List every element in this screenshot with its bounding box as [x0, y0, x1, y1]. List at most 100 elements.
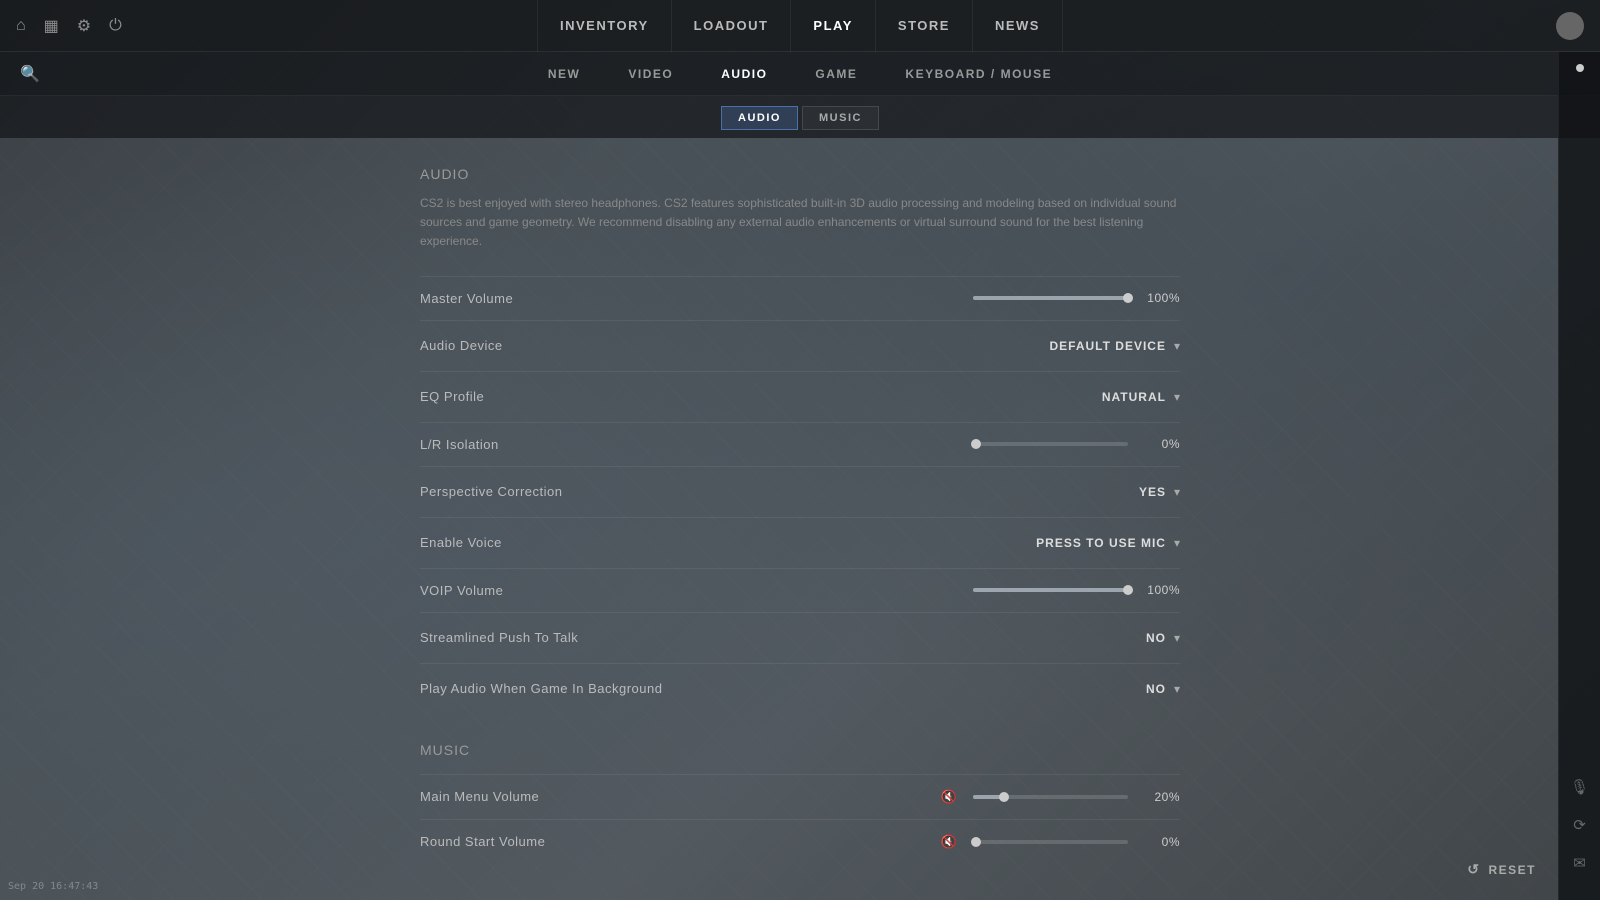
perspective-correction-label: Perspective Correction — [420, 484, 563, 499]
eq-profile-control: NATURAL ▾ — [960, 386, 1180, 408]
audio-device-control: DEFAULT DEVICE ▾ — [960, 335, 1180, 357]
nav-play[interactable]: PLAY — [791, 0, 875, 52]
enable-voice-label: Enable Voice — [420, 535, 502, 550]
main-content: Audio CS2 is best enjoyed with stereo he… — [420, 138, 1180, 900]
inventory-icon[interactable]: ▦ — [44, 16, 59, 36]
round-start-volume-row: Round Start Volume 🔇 0% — [420, 819, 1180, 864]
main-menu-volume-thumb — [999, 792, 1009, 802]
round-start-volume-fill — [973, 840, 976, 844]
microphone-icon[interactable]: 🎙 — [1570, 778, 1589, 796]
top-nav-right — [1556, 12, 1584, 40]
main-menu-volume-control: 🔇 20% — [941, 789, 1180, 805]
tab-audio[interactable]: AUDIO — [721, 106, 798, 130]
refresh-icon[interactable]: ⟳ — [1573, 816, 1586, 834]
tab-music[interactable]: MUSIC — [802, 106, 879, 130]
nav-store[interactable]: STORE — [876, 0, 973, 52]
nav-inventory[interactable]: INVENTORY — [537, 0, 672, 52]
settings-icon[interactable]: ⚙ — [77, 16, 91, 36]
main-menu-volume-fill — [973, 795, 1004, 799]
round-start-volume-thumb — [971, 837, 981, 847]
eq-profile-label: EQ Profile — [420, 389, 484, 404]
round-start-volume-slider[interactable] — [973, 840, 1128, 844]
round-start-volume-label: Round Start Volume — [420, 834, 545, 849]
reset-icon: ↺ — [1467, 861, 1480, 878]
mail-icon[interactable]: ✉ — [1573, 854, 1586, 872]
music-section-divider: Music — [420, 742, 1180, 758]
audio-section-desc: CS2 is best enjoyed with stereo headphon… — [420, 194, 1180, 252]
round-start-volume-control: 🔇 0% — [941, 834, 1180, 850]
voip-volume-value: 100% — [1140, 583, 1180, 597]
voip-volume-row: VOIP Volume 100% — [420, 568, 1180, 612]
info-dot — [1576, 64, 1584, 72]
settings-nav-audio[interactable]: AUDIO — [713, 63, 775, 85]
play-audio-background-value: NO — [1146, 682, 1166, 696]
audio-section-title: Audio — [420, 166, 1180, 182]
audio-device-dropdown[interactable]: DEFAULT DEVICE ▾ — [1050, 335, 1180, 357]
lr-isolation-value: 0% — [1140, 437, 1180, 451]
nav-loadout[interactable]: LOADOUT — [672, 0, 792, 52]
voip-volume-thumb — [1123, 585, 1133, 595]
push-to-talk-value: NO — [1146, 631, 1166, 645]
perspective-correction-value: YES — [1139, 485, 1166, 499]
master-volume-slider[interactable] — [973, 296, 1128, 300]
master-volume-control: 100% — [960, 291, 1180, 305]
chevron-down-icon: ▾ — [1174, 485, 1180, 499]
master-volume-fill — [973, 296, 1128, 300]
sub-tabs: AUDIO MUSIC — [0, 96, 1600, 138]
perspective-correction-dropdown[interactable]: YES ▾ — [1139, 481, 1180, 503]
master-volume-thumb — [1123, 293, 1133, 303]
timestamp: Sep 20 16:47:43 — [8, 881, 98, 892]
main-menu-volume-slider[interactable] — [973, 795, 1128, 799]
play-audio-background-dropdown[interactable]: NO ▾ — [1146, 678, 1180, 700]
voip-volume-control: 100% — [960, 583, 1180, 597]
play-audio-background-label: Play Audio When Game In Background — [420, 681, 662, 696]
eq-profile-dropdown[interactable]: NATURAL ▾ — [1102, 386, 1180, 408]
mute-icon[interactable]: 🔇 — [941, 789, 957, 805]
lr-isolation-slider[interactable] — [973, 442, 1128, 446]
main-menu-volume-row: Main Menu Volume 🔇 20% — [420, 774, 1180, 819]
nav-news[interactable]: NEWS — [973, 0, 1063, 52]
perspective-correction-control: YES ▾ — [960, 481, 1180, 503]
lr-isolation-thumb — [971, 439, 981, 449]
settings-nav-keyboard-mouse[interactable]: KEYBOARD / MOUSE — [897, 63, 1060, 85]
power-icon[interactable]: ⏻ — [109, 17, 122, 35]
voip-volume-slider[interactable] — [973, 588, 1128, 592]
settings-navigation: 🔍 NEW VIDEO AUDIO GAME KEYBOARD / MOUSE — [0, 52, 1600, 96]
enable-voice-control: PRESS TO USE MIC ▾ — [960, 532, 1180, 554]
push-to-talk-label: Streamlined Push To Talk — [420, 630, 578, 645]
chevron-down-icon: ▾ — [1174, 339, 1180, 353]
chevron-down-icon: ▾ — [1174, 390, 1180, 404]
reset-label: RESET — [1488, 863, 1536, 877]
settings-nav-game[interactable]: GAME — [807, 63, 865, 85]
push-to-talk-control: NO ▾ — [960, 627, 1180, 649]
home-icon[interactable]: ⌂ — [16, 17, 26, 35]
user-avatar[interactable] — [1556, 12, 1584, 40]
enable-voice-row: Enable Voice PRESS TO USE MIC ▾ — [420, 517, 1180, 568]
main-menu-volume-value: 20% — [1140, 790, 1180, 804]
audio-device-label: Audio Device — [420, 338, 503, 353]
settings-nav-video[interactable]: VIDEO — [620, 63, 681, 85]
top-navigation: ⌂ ▦ ⚙ ⏻ INVENTORY LOADOUT PLAY STORE NEW… — [0, 0, 1600, 52]
main-menu-volume-label: Main Menu Volume — [420, 789, 539, 804]
play-audio-background-row: Play Audio When Game In Background NO ▾ — [420, 663, 1180, 714]
push-to-talk-row: Streamlined Push To Talk NO ▾ — [420, 612, 1180, 663]
eq-profile-row: EQ Profile NATURAL ▾ — [420, 371, 1180, 422]
perspective-correction-row: Perspective Correction YES ▾ — [420, 466, 1180, 517]
eq-profile-value: NATURAL — [1102, 390, 1166, 404]
voip-volume-fill — [973, 588, 1128, 592]
reset-button[interactable]: ↺ RESET — [1455, 855, 1548, 884]
audio-device-row: Audio Device DEFAULT DEVICE ▾ — [420, 320, 1180, 371]
enable-voice-dropdown[interactable]: PRESS TO USE MIC ▾ — [1036, 532, 1180, 554]
lr-isolation-row: L/R Isolation 0% — [420, 422, 1180, 466]
voip-volume-label: VOIP Volume — [420, 583, 503, 598]
settings-nav-new[interactable]: NEW — [540, 63, 589, 85]
push-to-talk-dropdown[interactable]: NO ▾ — [1146, 627, 1180, 649]
mute-icon-2[interactable]: 🔇 — [941, 834, 957, 850]
info-sidebar: 🎙 ⟳ ✉ — [1558, 52, 1600, 900]
search-icon[interactable]: 🔍 — [20, 64, 40, 84]
chevron-down-icon: ▾ — [1174, 536, 1180, 550]
audio-device-value: DEFAULT DEVICE — [1050, 339, 1166, 353]
top-nav-icons: ⌂ ▦ ⚙ ⏻ — [16, 16, 122, 36]
chevron-down-icon: ▾ — [1174, 631, 1180, 645]
lr-isolation-control: 0% — [960, 437, 1180, 451]
